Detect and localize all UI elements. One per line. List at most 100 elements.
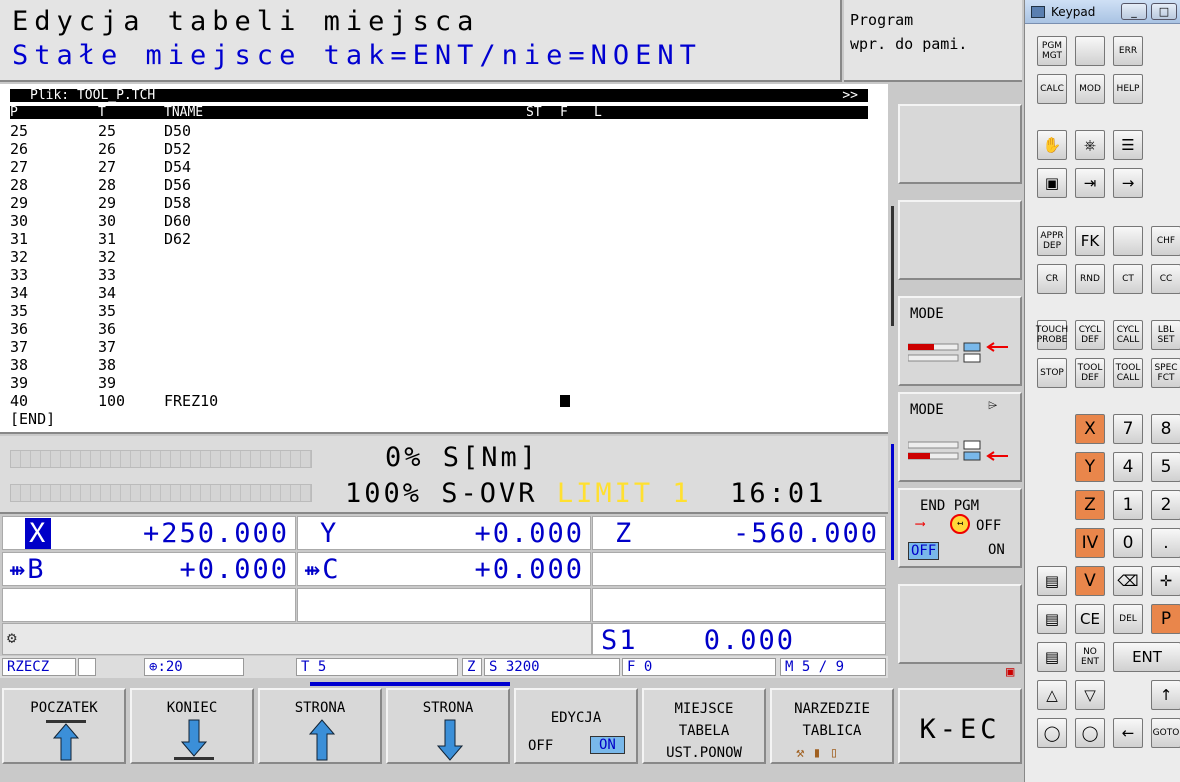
keypad-key[interactable]: 5 [1151,452,1180,482]
table-row[interactable]: 33 33 [10,266,868,284]
table-row[interactable]: 39 39 [10,374,868,392]
tool-table-button[interactable]: NARZEDZIE TABLICA ⚒ ▮ ▯ [770,688,894,764]
keypad-key[interactable]: NO ENT [1075,642,1105,672]
keypad-key[interactable]: CYCL DEF [1075,320,1105,350]
keypad-key[interactable]: CHF [1151,226,1180,256]
keypad-key[interactable]: STOP [1037,358,1067,388]
cell-p: 39 [10,374,29,392]
keypad-key[interactable]: V [1075,566,1105,596]
up-arrow-icon[interactable]: ↑ [1151,680,1180,710]
edit-toggle-button[interactable]: EDYCJA OFF ON [514,688,638,764]
cell-p: 36 [10,320,29,338]
table-row[interactable]: 31 31 D62 [10,230,868,248]
kec-button[interactable]: K-EC [898,688,1022,764]
keypad-key[interactable]: 0 [1113,528,1143,558]
keypad-key[interactable]: P [1151,604,1180,634]
keypad-key[interactable]: HELP [1113,74,1143,104]
table-row[interactable]: 30 30 D60 [10,212,868,230]
keypad-key[interactable] [1075,36,1105,66]
crosshair-icon[interactable]: ✛ [1151,566,1180,596]
nav-down-icon[interactable]: ▤ [1037,642,1067,672]
end-pgm-label: END PGM [920,498,980,514]
minimize-button[interactable]: _ [1121,3,1147,20]
table-row[interactable]: 36 36 [10,320,868,338]
run-icon[interactable]: ▣ [1037,168,1067,198]
keypad-key[interactable]: TOUCH PROBE [1036,320,1068,350]
step-icon[interactable]: → [1113,168,1143,198]
table-row[interactable]: 29 29 D58 [10,194,868,212]
table-row[interactable]: 37 37 [10,338,868,356]
keypad-key[interactable]: RND [1075,264,1105,294]
keypad-key[interactable]: 1 [1113,490,1143,520]
maximize-button[interactable]: □ [1151,3,1177,20]
keypad-key[interactable]: ERR [1113,36,1143,66]
pocket-reset-button[interactable]: MIEJSCE TABELA UST.PONOW [642,688,766,764]
keypad-key[interactable]: TOOL CALL [1113,358,1143,388]
softkey-right-2[interactable] [898,200,1022,280]
mode-button-2[interactable]: MODE ⌲ [898,392,1022,482]
table-row[interactable]: 32 32 [10,248,868,266]
keypad-key[interactable]: CR [1037,264,1067,294]
keypad-key[interactable]: PGM MGT [1037,36,1067,66]
arrow-up-key-icon[interactable]: △ [1037,680,1067,710]
keypad-key[interactable]: IV [1075,528,1105,558]
softkey-right-1[interactable] [898,104,1022,184]
table-row[interactable]: 40 100 FREZ10 [10,392,868,410]
keypad-key[interactable]: X [1075,414,1105,444]
keypad-key[interactable]: CE [1075,604,1105,634]
keypad-key[interactable]: CALC [1037,74,1067,104]
keypad-key[interactable]: CYCL CALL [1113,320,1143,350]
header-title: Edycja tabeli miejsca [12,6,480,37]
table-row[interactable]: 27 27 D54 [10,158,868,176]
rotate-right-icon[interactable]: ◯ [1075,718,1105,748]
end-button[interactable]: KONIEC [130,688,254,764]
nav-up-icon[interactable]: ▤ [1037,604,1067,634]
keypad-key[interactable]: SPEC FCT [1151,358,1180,388]
table-row[interactable]: 35 35 [10,302,868,320]
keypad-key[interactable]: 7 [1113,414,1143,444]
left-arrow-icon[interactable]: ← [1113,718,1143,748]
wheel-icon[interactable]: ⎈ [1075,130,1105,160]
rotate-left-icon[interactable]: ◯ [1037,718,1067,748]
keypad-key[interactable]: LBL SET [1151,320,1180,350]
backspace-icon[interactable]: ⌫ [1113,566,1143,596]
keypad-key[interactable]: ENT [1113,642,1180,672]
keypad-key[interactable]: 4 [1113,452,1143,482]
keypad-key[interactable]: MOD [1075,74,1105,104]
end-label: KONIEC [166,700,218,716]
window-icon[interactable]: ▤ [1037,566,1067,596]
arrow-down-key-icon[interactable]: ▽ [1075,680,1105,710]
keypad-key[interactable]: GOTO [1151,718,1180,748]
softkey-right-6[interactable] [898,584,1022,664]
end-pgm-button[interactable]: END PGM ⟶ ↤ OFF OFF ON [898,488,1022,568]
keypad-key[interactable]: CT [1113,264,1143,294]
page-up-button[interactable]: STRONA [258,688,382,764]
table-row[interactable]: 25 25 D50 [10,122,868,140]
keypad-key[interactable]: DEL [1113,604,1143,634]
value-y: +0.000 [474,518,584,549]
scroll-marker[interactable]: >> [842,89,858,102]
cell-p: 40 [10,392,29,410]
list-icon[interactable]: ☰ [1113,130,1143,160]
table-row[interactable]: 28 28 D56 [10,176,868,194]
edit-cursor [560,395,570,407]
table-row[interactable]: 34 34 [10,284,868,302]
keypad-key[interactable]: FK [1075,226,1105,256]
start-button[interactable]: POCZATEK [2,688,126,764]
scrollbar[interactable] [888,84,896,684]
hand-icon[interactable]: ✋ [1037,130,1067,160]
keypad-key[interactable]: Y [1075,452,1105,482]
mode-button-1[interactable]: MODE [898,296,1022,386]
keypad-key[interactable]: 8 [1151,414,1180,444]
single-block-icon[interactable]: ⇥ [1075,168,1105,198]
table-row[interactable]: 26 26 D52 [10,140,868,158]
keypad-key[interactable]: Z [1075,490,1105,520]
keypad-key[interactable]: CC [1151,264,1180,294]
keypad-key[interactable]: 2 [1151,490,1180,520]
keypad-key[interactable]: APPR DEP [1037,226,1067,256]
page-down-button[interactable]: STRONA [386,688,510,764]
table-row[interactable]: 38 38 [10,356,868,374]
keypad-key[interactable]: . [1151,528,1180,558]
keypad-key[interactable] [1113,226,1143,256]
keypad-key[interactable]: TOOL DEF [1075,358,1105,388]
